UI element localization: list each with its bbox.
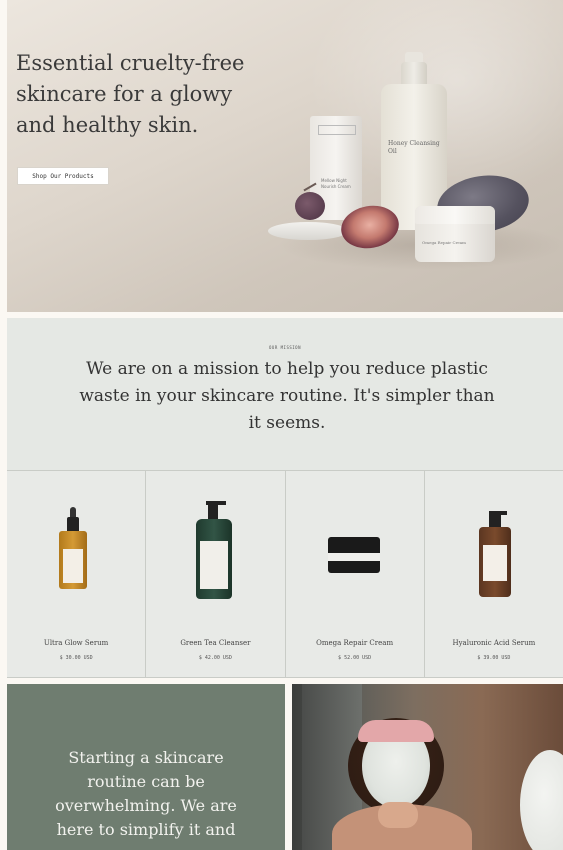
product-card-green-tea-cleanser[interactable]: Green Tea Cleanser $ 42.00 USD (146, 471, 286, 677)
pump-stem (208, 501, 219, 521)
shop-our-products-button[interactable]: Shop Our Products (17, 167, 109, 185)
product-name[interactable]: Hyaluronic Acid Serum (425, 639, 563, 647)
jar-label (327, 553, 380, 561)
product-card-hyaluronic-acid-serum[interactable]: Hyaluronic Acid Serum $ 39.00 USD (425, 471, 563, 677)
product-card-ultra-glow-serum[interactable]: Ultra Glow Serum $ 30.00 USD (7, 471, 147, 677)
bottle-label (63, 549, 83, 583)
jar-text: Omega Repair Cream (422, 240, 466, 245)
skincare-photo (292, 684, 563, 850)
product-name[interactable]: Omega Repair Cream (286, 639, 424, 647)
tube-cap-label (318, 125, 356, 135)
product-grid: Ultra Glow Serum $ 30.00 USD Green Tea C… (7, 470, 563, 678)
bottle-text: Honey Cleansing Oil (388, 140, 440, 155)
bottle-label (482, 545, 507, 581)
product-price: $ 30.00 USD (59, 655, 93, 661)
routine-text-panel: Starting a skincare routine can be overw… (7, 684, 285, 850)
mission-section: OUR MISSION We are on a mission to help … (7, 318, 563, 470)
white-pebble-image (268, 222, 348, 240)
pink-headband (358, 720, 434, 742)
bottle-label (200, 541, 229, 589)
tube-text: Mellow Night Nourish Cream (321, 178, 351, 189)
mission-statement: We are on a mission to help you reduce p… (79, 359, 495, 433)
product-price: $ 52.00 USD (338, 655, 372, 661)
product-card-omega-repair-cream[interactable]: Omega Repair Cream $ 52.00 USD (286, 471, 425, 677)
product-price: $ 39.00 USD (477, 655, 511, 661)
product-name[interactable]: Ultra Glow Serum (7, 639, 145, 647)
hand (378, 802, 418, 828)
jar-lid (415, 206, 495, 224)
mirror-reflection (520, 750, 563, 850)
page: Essential cruelty-free skincare for a gl… (0, 0, 563, 850)
whole-fig-image (295, 192, 325, 220)
routine-statement: Starting a skincare routine can be overw… (55, 748, 237, 839)
mission-label: OUR MISSION (269, 345, 301, 350)
product-price: $ 42.00 USD (198, 655, 232, 661)
product-name[interactable]: Green Tea Cleanser (146, 639, 284, 647)
hero-section: Essential cruelty-free skincare for a gl… (7, 0, 563, 312)
hero-title: Essential cruelty-free skincare for a gl… (16, 51, 245, 137)
